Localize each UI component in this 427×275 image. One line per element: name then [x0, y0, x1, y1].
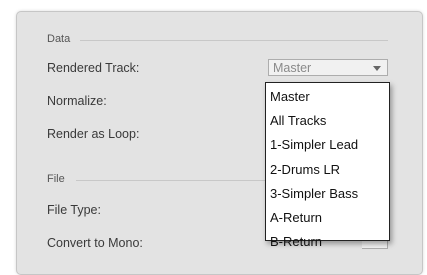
menu-item-all-tracks[interactable]: All Tracks	[266, 109, 389, 133]
chevron-down-icon	[373, 66, 381, 71]
rendered-track-value: Master	[273, 61, 312, 75]
file-type-label: File Type:	[47, 203, 101, 217]
menu-item-2-drums-lr[interactable]: 2-Drums LR	[266, 158, 389, 182]
convert-to-mono-label: Convert to Mono:	[47, 236, 143, 250]
menu-item-master[interactable]: Master	[266, 85, 389, 109]
rendered-track-select[interactable]: Master	[268, 59, 388, 76]
section-divider-data	[80, 40, 388, 41]
menu-item-1-simpler-lead[interactable]: 1-Simpler Lead	[266, 133, 389, 157]
menu-item-a-return[interactable]: A-Return	[266, 206, 389, 230]
rendered-track-dropdown-menu: Master All Tracks 1-Simpler Lead 2-Drums…	[265, 82, 390, 249]
section-header-data: Data	[47, 33, 71, 45]
section-header-file: File	[47, 173, 65, 185]
section-divider-file	[76, 180, 266, 181]
rendered-track-label: Rendered Track:	[47, 61, 140, 75]
menu-item-b-return[interactable]: B-Return	[266, 230, 389, 254]
normalize-label: Normalize:	[47, 94, 107, 108]
render-as-loop-label: Render as Loop:	[47, 127, 140, 141]
menu-item-3-simpler-bass[interactable]: 3-Simpler Bass	[266, 182, 389, 206]
